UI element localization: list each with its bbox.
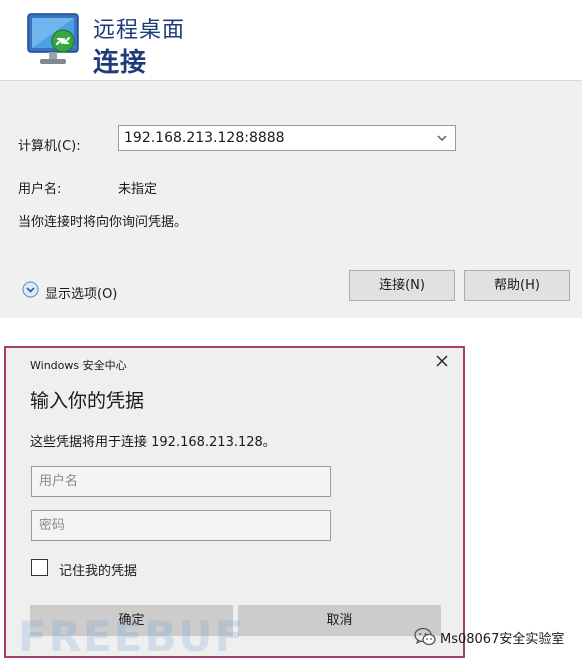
remember-credentials-checkbox[interactable] xyxy=(31,559,48,576)
user-value: 未指定 xyxy=(118,182,158,197)
connect-button[interactable]: 连接(N) xyxy=(349,270,455,301)
show-options-link[interactable]: 显示选项(O) xyxy=(45,283,117,302)
rdp-header: 远程桌面 连接 xyxy=(0,0,582,81)
chevron-down-icon[interactable] xyxy=(433,128,451,148)
cancel-button[interactable]: 取消 xyxy=(238,605,441,636)
dialog-heading: 输入你的凭据 xyxy=(30,390,145,412)
credentials-note: 当你连接时将向你询问凭据。 xyxy=(18,215,188,230)
remember-credentials-label: 记住我的凭据 xyxy=(59,564,138,579)
password-input[interactable] xyxy=(31,510,331,541)
dialog-description: 这些凭据将用于连接 192.168.213.128。 xyxy=(30,435,276,450)
computer-value: 192.168.213.128:8888 xyxy=(124,130,285,146)
user-label: 用户名: xyxy=(18,182,62,197)
remote-desktop-window: 远程桌面 连接 计算机(C): 192.168.213.128:8888 用户名… xyxy=(0,0,582,318)
account-watermark: Ms08067安全实验室 xyxy=(440,632,565,647)
app-title: 远程桌面 xyxy=(93,18,186,43)
computer-label: 计算机(C): xyxy=(18,139,81,154)
dialog-window-title: Windows 安全中心 xyxy=(30,359,127,372)
remote-desktop-icon xyxy=(27,13,79,64)
expand-options-icon[interactable] xyxy=(22,281,39,298)
close-icon[interactable] xyxy=(435,354,449,368)
help-button[interactable]: 帮助(H) xyxy=(464,270,570,301)
computer-combobox[interactable]: 192.168.213.128:8888 xyxy=(118,125,456,151)
page-title: 连接 xyxy=(93,48,148,78)
wechat-icon xyxy=(414,627,436,646)
username-input[interactable] xyxy=(31,466,331,497)
freebuf-watermark: FREEBUF xyxy=(18,612,246,661)
